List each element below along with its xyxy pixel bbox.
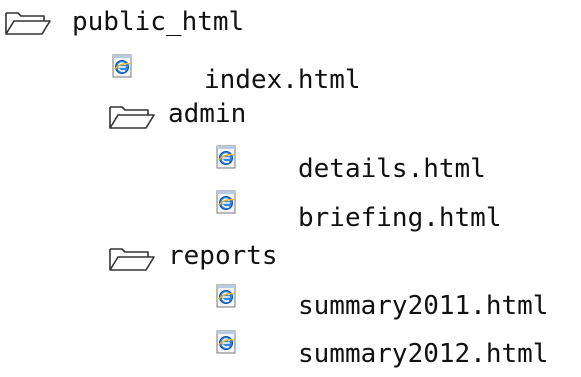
file-tree: public_html index.html admin details.htm…	[0, 0, 581, 377]
folder-open-icon	[108, 246, 156, 272]
file-label: details.html	[298, 154, 486, 184]
ie-document-icon	[214, 145, 238, 169]
file-label: summary2011.html	[298, 291, 549, 321]
folder-label: admin	[168, 99, 247, 129]
file-label: summary2012.html	[298, 339, 549, 369]
ie-document-icon	[214, 190, 238, 214]
ie-document-icon	[214, 330, 238, 354]
folder-open-icon	[4, 10, 52, 36]
ie-document-icon	[110, 54, 134, 78]
ie-document-icon	[214, 284, 238, 308]
folder-open-icon	[108, 104, 156, 130]
file-label: briefing.html	[298, 203, 502, 233]
folder-label: reports	[168, 241, 278, 271]
folder-label: public_html	[72, 7, 245, 37]
